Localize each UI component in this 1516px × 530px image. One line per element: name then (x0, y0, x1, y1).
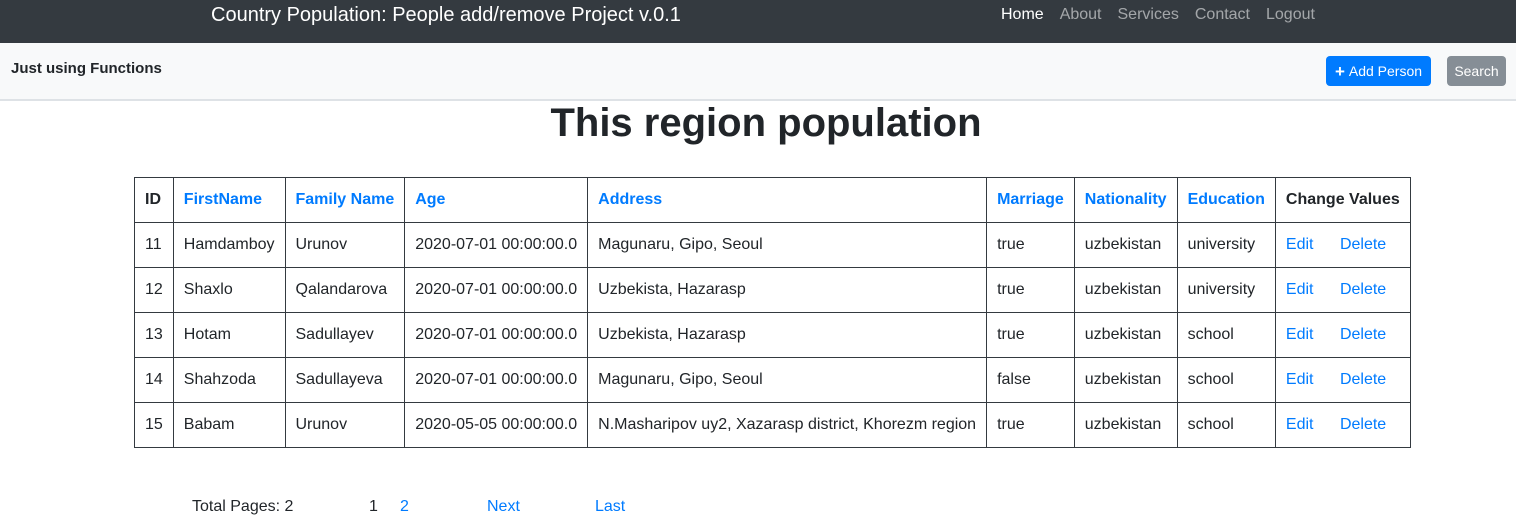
navbar-brand[interactable]: Country Population: People add/remove Pr… (211, 4, 681, 27)
column-header-age[interactable]: Age (404, 177, 589, 223)
cell-education: university (1176, 222, 1276, 268)
cell-family-name: Urunov (284, 222, 406, 268)
cell-nationality: uzbekistan (1073, 357, 1178, 403)
cell-marriage: true (986, 402, 1075, 448)
cell-address: Magunaru, Gipo, Seoul (587, 357, 988, 403)
cell-actions: Edit Delete (1274, 402, 1411, 448)
toolbar-subtitle: Just using Functions (11, 60, 162, 77)
cell-nationality: uzbekistan (1073, 402, 1178, 448)
main-nav: Home About Services Contact Logout (1001, 6, 1315, 24)
nav-item-logout[interactable]: Logout (1266, 6, 1315, 24)
cell-id: 11 (134, 222, 174, 268)
cell-address: Uzbekista, Hazarasp (587, 312, 988, 358)
last-page-link[interactable]: Last (595, 498, 625, 516)
cell-age: 2020-07-01 00:00:00.0 (404, 312, 589, 358)
cell-marriage: true (986, 312, 1075, 358)
page-2-link[interactable]: 2 (400, 498, 409, 516)
next-page-link[interactable]: Next (487, 498, 520, 516)
nav-item-contact[interactable]: Contact (1195, 6, 1250, 24)
delete-link[interactable]: Delete (1340, 281, 1386, 298)
cell-age: 2020-07-01 00:00:00.0 (404, 222, 589, 268)
nav-item-home[interactable]: Home (1001, 6, 1044, 24)
cell-first-name: Shaxlo (172, 267, 286, 313)
top-navbar: Country Population: People add/remove Pr… (0, 0, 1516, 43)
cell-id: 15 (134, 402, 174, 448)
cell-age: 2020-07-01 00:00:00.0 (404, 357, 589, 403)
table-row: 13 Hotam Sadullayev 2020-07-01 00:00:00.… (134, 312, 1411, 358)
plus-icon: + (1334, 61, 1345, 81)
toolbar: Just using Functions + Add Person Search (0, 43, 1516, 101)
add-person-label: Add Person (1348, 63, 1423, 79)
table-header-row: ID FirstName Family Name Age Address Mar… (134, 177, 1411, 223)
table-row: 12 Shaxlo Qalandarova 2020-07-01 00:00:0… (134, 267, 1411, 313)
edit-link[interactable]: Edit (1286, 326, 1314, 343)
cell-family-name: Sadullayeva (284, 357, 406, 403)
nav-item-about[interactable]: About (1060, 6, 1102, 24)
table-row: 14 Shahzoda Sadullayeva 2020-07-01 00:00… (134, 357, 1411, 403)
page-title: This region population (550, 101, 982, 145)
column-header-change-values: Change Values (1274, 177, 1411, 223)
edit-link[interactable]: Edit (1286, 371, 1314, 388)
column-header-nationality[interactable]: Nationality (1073, 177, 1178, 223)
search-button[interactable]: Search (1447, 56, 1506, 86)
cell-family-name: Qalandarova (284, 267, 406, 313)
delete-link[interactable]: Delete (1340, 326, 1386, 343)
column-header-id: ID (134, 177, 174, 223)
column-header-address[interactable]: Address (587, 177, 988, 223)
cell-age: 2020-05-05 00:00:00.0 (404, 402, 589, 448)
table-row: 11 Hamdamboy Urunov 2020-07-01 00:00:00.… (134, 222, 1411, 268)
cell-actions: Edit Delete (1274, 267, 1411, 313)
cell-education: school (1176, 357, 1276, 403)
cell-id: 13 (134, 312, 174, 358)
cell-id: 12 (134, 267, 174, 313)
cell-marriage: false (986, 357, 1075, 403)
total-pages-label: Total Pages: 2 (192, 498, 294, 515)
cell-education: university (1176, 267, 1276, 313)
cell-marriage: true (986, 267, 1075, 313)
cell-nationality: uzbekistan (1073, 267, 1178, 313)
column-header-firstname[interactable]: FirstName (172, 177, 286, 223)
cell-actions: Edit Delete (1274, 357, 1411, 403)
delete-link[interactable]: Delete (1340, 236, 1386, 253)
nav-item-services[interactable]: Services (1118, 6, 1179, 24)
edit-link[interactable]: Edit (1286, 236, 1314, 253)
cell-education: school (1176, 312, 1276, 358)
cell-actions: Edit Delete (1274, 312, 1411, 358)
column-header-education[interactable]: Education (1176, 177, 1276, 223)
add-person-button[interactable]: + Add Person (1326, 56, 1431, 86)
cell-first-name: Babam (172, 402, 286, 448)
cell-family-name: Sadullayev (284, 312, 406, 358)
column-header-family-name[interactable]: Family Name (284, 177, 406, 223)
cell-age: 2020-07-01 00:00:00.0 (404, 267, 589, 313)
cell-nationality: uzbekistan (1073, 312, 1178, 358)
edit-link[interactable]: Edit (1286, 281, 1314, 298)
current-page-number: 1 (369, 498, 378, 515)
cell-actions: Edit Delete (1274, 222, 1411, 268)
table-row: 15 Babam Urunov 2020-05-05 00:00:00.0 N.… (134, 402, 1411, 448)
cell-address: Magunaru, Gipo, Seoul (587, 222, 988, 268)
population-table: ID FirstName Family Name Age Address Mar… (134, 177, 1411, 448)
cell-first-name: Hamdamboy (172, 222, 286, 268)
delete-link[interactable]: Delete (1340, 416, 1386, 433)
delete-link[interactable]: Delete (1340, 371, 1386, 388)
cell-nationality: uzbekistan (1073, 222, 1178, 268)
cell-first-name: Shahzoda (172, 357, 286, 403)
cell-id: 14 (134, 357, 174, 403)
column-header-marriage[interactable]: Marriage (986, 177, 1075, 223)
cell-education: school (1176, 402, 1276, 448)
cell-address: Uzbekista, Hazarasp (587, 267, 988, 313)
cell-marriage: true (986, 222, 1075, 268)
cell-address: N.Masharipov uy2, Xazarasp district, Kho… (587, 402, 988, 448)
cell-family-name: Urunov (284, 402, 406, 448)
cell-first-name: Hotam (172, 312, 286, 358)
edit-link[interactable]: Edit (1286, 416, 1314, 433)
